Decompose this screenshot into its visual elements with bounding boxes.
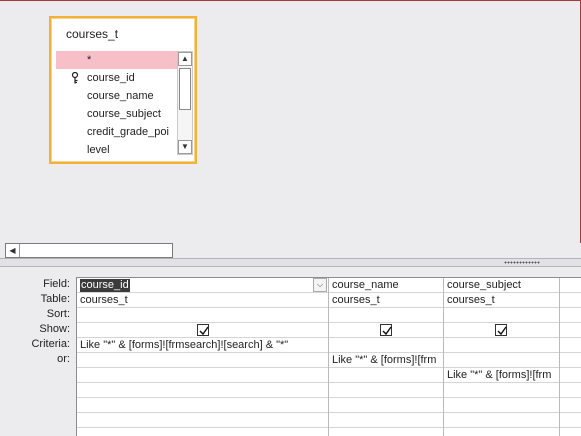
grid-column-course-id[interactable]: course_id ⌵ courses_t Like "*" & [forms]…: [77, 278, 329, 436]
or-cell-2[interactable]: Like "*" & [forms]![frm: [444, 368, 559, 383]
row-label-criteria: Criteria:: [31, 338, 70, 350]
empty-cell[interactable]: [560, 383, 581, 398]
scroll-thumb[interactable]: [179, 68, 191, 110]
scroll-down-arrow-icon[interactable]: ▼: [178, 140, 192, 154]
row-label-show: Show:: [39, 323, 70, 335]
criteria-cell[interactable]: [444, 338, 559, 353]
grid-column-empty[interactable]: [560, 278, 581, 436]
checkmark-icon: [199, 326, 209, 336]
sort-cell[interactable]: [444, 308, 559, 323]
table-title[interactable]: courses_t: [66, 27, 118, 41]
empty-cell[interactable]: [77, 398, 328, 413]
empty-cell[interactable]: [77, 413, 328, 428]
field-item-course-name[interactable]: course_name: [56, 87, 177, 105]
criteria-cell[interactable]: Like "*" & [forms]![frmsearch]![search] …: [77, 338, 328, 353]
field-item-course-id[interactable]: course_id: [56, 69, 177, 87]
criteria-cell[interactable]: [329, 338, 443, 353]
field-item-all[interactable]: *: [56, 51, 177, 69]
field-item-label: course_id: [87, 72, 135, 84]
empty-cell[interactable]: [560, 323, 581, 338]
empty-cell[interactable]: [560, 368, 581, 383]
empty-cell[interactable]: [329, 383, 443, 398]
or-cell[interactable]: [77, 353, 328, 368]
row-label-table: Table:: [40, 293, 70, 305]
table-diagram-pane[interactable]: courses_t * course_id course_name course…: [0, 0, 581, 243]
show-cell[interactable]: [444, 323, 559, 338]
grid-row-labels: Field: Table: Sort: Show: Criteria: or:: [0, 277, 76, 367]
pane-splitter[interactable]: [0, 258, 581, 267]
empty-cell[interactable]: [444, 383, 559, 398]
empty-cell[interactable]: [560, 413, 581, 428]
row-label-sort: Sort:: [46, 308, 70, 320]
empty-cell[interactable]: [560, 338, 581, 353]
empty-cell[interactable]: [444, 413, 559, 428]
checkmark-icon: [497, 326, 507, 336]
field-cell[interactable]: course_subject: [444, 278, 559, 293]
field-cell[interactable]: course_name: [329, 278, 443, 293]
show-checkbox[interactable]: [197, 324, 209, 336]
criteria-text: Like "*" & [forms]![frmsearch]![search] …: [80, 339, 289, 351]
row-label-field: Field:: [43, 278, 70, 290]
field-list[interactable]: * course_id course_name course_subject c: [56, 51, 177, 155]
or-cell-2[interactable]: [329, 368, 443, 383]
diagram-horizontal-scrollbar[interactable]: ◀: [5, 243, 173, 258]
field-cell-value[interactable]: course_id: [80, 279, 130, 292]
empty-cell[interactable]: [77, 383, 328, 398]
chevron-down-icon[interactable]: ⌵: [313, 278, 327, 292]
query-design-view: courses_t * course_id course_name course…: [0, 0, 581, 436]
scroll-left-arrow-icon[interactable]: ◀: [6, 244, 20, 257]
empty-cell[interactable]: [560, 398, 581, 413]
sort-cell[interactable]: [329, 308, 443, 323]
splitter-grip-icon[interactable]: [504, 261, 540, 264]
field-item-credit-grade-point[interactable]: credit_grade_poi: [56, 123, 177, 141]
empty-cell[interactable]: [560, 308, 581, 323]
show-cell[interactable]: [77, 323, 328, 338]
show-cell[interactable]: [329, 323, 443, 338]
show-checkbox[interactable]: [380, 324, 392, 336]
empty-cell[interactable]: [329, 413, 443, 428]
or-cell[interactable]: [444, 353, 559, 368]
scroll-up-arrow-icon[interactable]: ▲: [178, 52, 192, 66]
grid-column-course-subject[interactable]: course_subject courses_t Like "*" & [for…: [444, 278, 560, 436]
row-label-or: or:: [57, 353, 70, 365]
field-item-level[interactable]: level: [56, 141, 177, 155]
field-item-course-subject[interactable]: course_subject: [56, 105, 177, 123]
table-cell[interactable]: courses_t: [77, 293, 328, 308]
show-checkbox[interactable]: [495, 324, 507, 336]
sort-cell[interactable]: [77, 308, 328, 323]
field-cell[interactable]: course_id ⌵: [77, 278, 328, 293]
empty-cell[interactable]: [560, 353, 581, 368]
table-field-list-window[interactable]: courses_t * course_id course_name course…: [49, 16, 197, 164]
empty-cell[interactable]: [560, 293, 581, 308]
or-cell[interactable]: Like "*" & [forms]![frm: [329, 353, 443, 368]
empty-cell[interactable]: [329, 398, 443, 413]
table-cell[interactable]: courses_t: [444, 293, 559, 308]
primary-key-icon: [71, 71, 79, 84]
empty-cell[interactable]: [560, 278, 581, 293]
grid-column-course-name[interactable]: course_name courses_t Like "*" & [forms]…: [329, 278, 444, 436]
query-design-grid-pane: Field: Table: Sort: Show: Criteria: or: …: [0, 267, 581, 436]
query-design-grid[interactable]: course_id ⌵ courses_t Like "*" & [forms]…: [76, 277, 581, 436]
table-cell[interactable]: courses_t: [329, 293, 443, 308]
field-list-scrollbar[interactable]: ▲ ▼: [177, 51, 193, 155]
or-cell-2[interactable]: [77, 368, 328, 383]
empty-cell[interactable]: [444, 398, 559, 413]
checkmark-icon: [382, 326, 392, 336]
